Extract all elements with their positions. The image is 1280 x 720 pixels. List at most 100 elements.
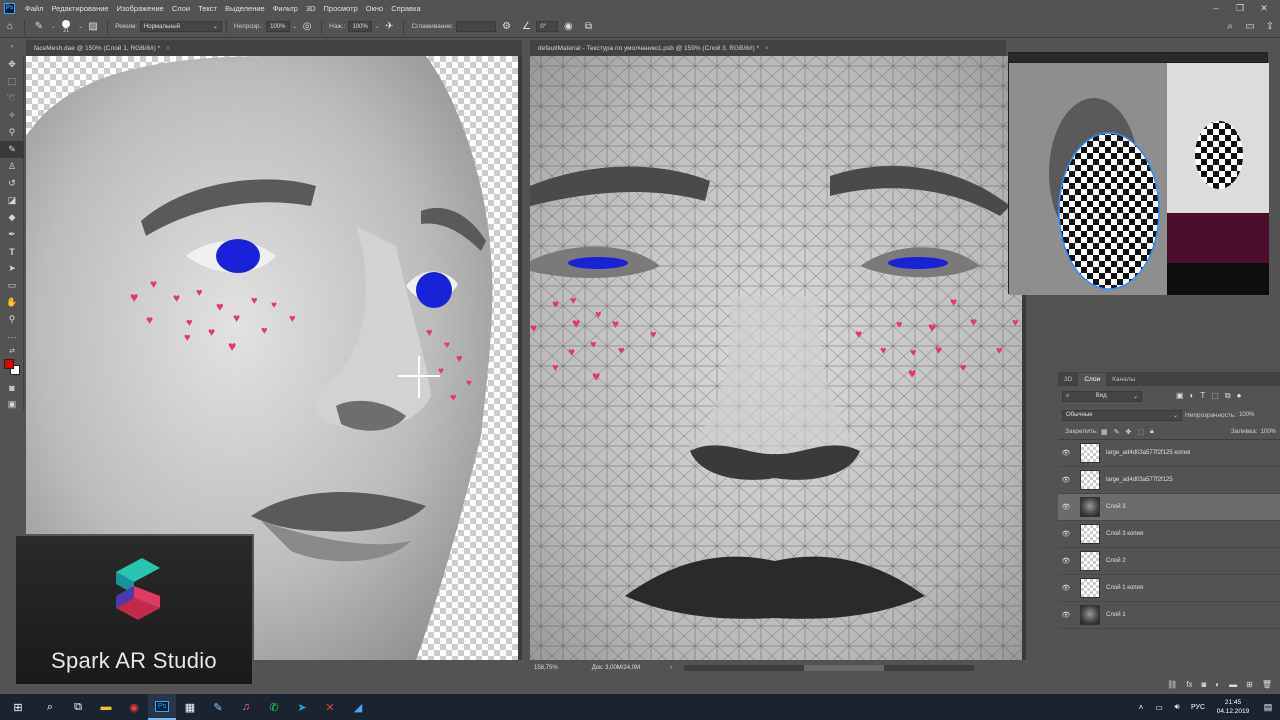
swap-colors-icon[interactable]: ⇄ <box>0 345 24 357</box>
hand-tool-icon[interactable]: ✋ <box>0 294 24 311</box>
close-icon[interactable]: ✕ <box>1252 0 1276 16</box>
layer-row-selected[interactable]: 👁︎ Слой 3 <box>1058 494 1280 521</box>
lock-position-icon[interactable]: ✥ <box>1125 428 1131 436</box>
smart-object-filter-icon[interactable]: ⧉ <box>1225 391 1231 401</box>
telegram-icon[interactable]: ➤ <box>288 694 316 720</box>
brush-preset-picker[interactable]: 21 <box>59 19 73 34</box>
more-tools-icon[interactable]: ··· <box>0 328 24 345</box>
left-canvas-scrollbar[interactable] <box>518 56 522 660</box>
keyboard-language[interactable]: РУС <box>1186 694 1210 720</box>
type-filter-icon[interactable]: T <box>1200 391 1205 401</box>
stamp-tool-icon[interactable]: ♙ <box>0 158 24 175</box>
marquee-tool-icon[interactable]: ⬚ <box>0 73 24 90</box>
zoom-level[interactable]: 158,75% <box>534 665 558 671</box>
maximize-icon[interactable]: ❐ <box>1228 0 1252 16</box>
angle-input[interactable]: 0° <box>536 21 559 32</box>
chevron-down-icon[interactable]: ⌄ <box>374 23 379 30</box>
notepad-icon[interactable]: ✎ <box>204 694 232 720</box>
menu-select[interactable]: Выделение <box>221 4 269 13</box>
gradient-tool-icon[interactable]: ◆ <box>0 209 24 226</box>
search-icon[interactable]: ⌕ <box>36 694 64 720</box>
new-group-icon[interactable]: ▬ <box>1229 680 1237 689</box>
close-icon[interactable]: × <box>166 45 170 52</box>
lock-artboard-icon[interactable]: ⬚ <box>1137 428 1144 436</box>
layer-row[interactable]: 👁︎ Слой 2 <box>1058 548 1280 575</box>
eye-icon[interactable]: 👁︎ <box>1058 449 1074 457</box>
screen-mode-icon[interactable]: ▣ <box>0 396 24 413</box>
menu-file[interactable]: Файл <box>21 4 47 13</box>
menu-layers[interactable]: Слои <box>168 4 194 13</box>
lock-transparency-icon[interactable]: ▦ <box>1101 428 1108 436</box>
network-icon[interactable]: ▭ <box>1150 694 1168 720</box>
move-tool-icon[interactable]: ✥ <box>0 56 24 73</box>
delete-layer-icon[interactable]: 🗑︎ <box>1262 680 1272 689</box>
menu-image[interactable]: Изображение <box>113 4 168 13</box>
menu-text[interactable]: Текст <box>194 4 221 13</box>
document-tab-default-material[interactable]: defaultMaterial - Текстура по умолчанию1… <box>530 40 1006 56</box>
eye-icon[interactable]: 👁︎ <box>1058 476 1074 484</box>
layer-row[interactable]: 👁︎ large_ad4d03a577f2f125 <box>1058 467 1280 494</box>
pixel-filter-icon[interactable]: ▣ <box>1176 391 1184 401</box>
gear-icon[interactable]: ⚙ <box>499 20 513 34</box>
symmetry-icon[interactable]: ⧉ <box>581 20 595 34</box>
spark-ar-preview-window[interactable] <box>1008 52 1269 295</box>
adjustment-filter-icon[interactable]: ◐ <box>1190 391 1195 401</box>
add-mask-icon[interactable]: ◙ <box>1201 680 1206 689</box>
close-icon[interactable]: × <box>765 45 769 52</box>
adjustment-layer-icon[interactable]: ◐ <box>1215 680 1220 689</box>
shape-filter-icon[interactable]: ⬚ <box>1211 391 1219 401</box>
whatsapp-icon[interactable]: ✆ <box>260 694 288 720</box>
workspace-icon[interactable]: ▭ <box>1243 20 1257 34</box>
path-select-tool-icon[interactable]: ➤ <box>0 260 24 277</box>
pen-tool-icon[interactable]: ✒ <box>0 226 24 243</box>
chrome-icon[interactable]: ◉ <box>120 694 148 720</box>
document-tab-facemesh[interactable]: faceMesh.dae @ 150% (Слой 1, RGB/8#) * × <box>26 40 522 56</box>
layer-opacity-value[interactable]: 100% <box>1239 412 1254 418</box>
status-menu-arrow-icon[interactable]: › <box>670 665 672 671</box>
tab-channels[interactable]: Каналы <box>1106 373 1141 386</box>
menu-window[interactable]: Окно <box>362 4 387 13</box>
blue-app-icon[interactable]: ◢ <box>344 694 372 720</box>
tray-chevron-icon[interactable]: ˄ <box>1132 694 1150 720</box>
chevron-down-icon[interactable]: ⌄ <box>51 23 56 30</box>
smoothing-input[interactable] <box>456 21 497 32</box>
eye-icon[interactable]: 👁︎ <box>1058 530 1074 538</box>
toolbar-collapse-handle[interactable]: » <box>0 40 24 54</box>
brush-settings-icon[interactable]: ▨ <box>86 20 100 34</box>
volume-icon[interactable]: 🔊︎ <box>1168 694 1186 720</box>
quick-mask-icon[interactable]: ◙ <box>0 379 24 396</box>
quick-select-tool-icon[interactable]: ✧ <box>0 107 24 124</box>
right-canvas-area[interactable]: ♥ ♥ ♥ ♥ ♥ ♥ ♥ ♥ ♥ ♥ ♥ ♥ ♥ ♥ ♥ ♥ ♥ ♥ ♥ ♥ ♥ ♥ ♥ ♥ <box>530 56 1026 660</box>
menu-3d[interactable]: 3D <box>302 4 320 13</box>
lock-all-icon[interactable]: 🔒︎ <box>1150 428 1154 436</box>
eye-icon[interactable]: 👁︎ <box>1058 503 1074 511</box>
zoom-tool-icon[interactable]: ⚲ <box>0 311 24 328</box>
layer-filter-select[interactable]: ⌕ Вид ⌄ <box>1062 390 1142 402</box>
type-tool-icon[interactable]: T <box>0 243 24 260</box>
new-layer-icon[interactable]: ⊞ <box>1246 680 1253 689</box>
pressure-input[interactable]: 100% <box>348 21 373 32</box>
lasso-tool-icon[interactable]: ➰ <box>0 90 24 107</box>
mode-select[interactable]: Нормальный ⌄ <box>139 21 222 32</box>
home-icon[interactable]: ⌂ <box>3 20 17 34</box>
fill-value[interactable]: 100% <box>1261 429 1276 435</box>
menu-edit[interactable]: Редактирование <box>47 4 112 13</box>
red-app-icon[interactable]: ✕ <box>316 694 344 720</box>
notifications-icon[interactable]: ▤ <box>1256 694 1280 720</box>
blend-mode-select[interactable]: Обычные ⌄ <box>1062 409 1182 421</box>
menu-help[interactable]: Справка <box>387 4 424 13</box>
shape-tool-icon[interactable]: ▭ <box>0 277 24 294</box>
lock-pixels-icon[interactable]: ✎ <box>1114 428 1120 436</box>
calculator-icon[interactable]: ▦ <box>176 694 204 720</box>
opacity-input[interactable]: 100% <box>266 21 291 32</box>
eye-icon[interactable]: 👁︎ <box>1058 584 1074 592</box>
system-clock[interactable]: 21:45 04.12.2019 <box>1210 698 1256 716</box>
filter-toggle-icon[interactable]: ● <box>1237 391 1242 401</box>
link-layers-icon[interactable]: ⛓ <box>1167 680 1177 689</box>
search-icon[interactable]: ⌕ <box>1223 20 1237 34</box>
menu-view[interactable]: Просмотр <box>320 4 362 13</box>
layer-row[interactable]: 👁︎ large_ad4d03a577f2f125 копия <box>1058 440 1280 467</box>
brush-tool-icon[interactable]: ✎ <box>32 20 46 34</box>
eraser-tool-icon[interactable]: ◪ <box>0 192 24 209</box>
layer-style-icon[interactable]: fx <box>1186 680 1192 689</box>
